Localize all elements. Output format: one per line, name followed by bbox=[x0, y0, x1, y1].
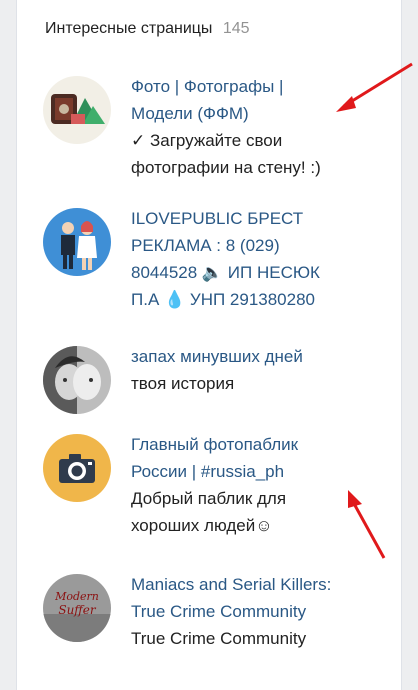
page-description: True Crime Community bbox=[131, 625, 399, 652]
widget-header[interactable]: Интересные страницы 145 bbox=[45, 20, 250, 38]
page-description: твоя история bbox=[131, 370, 399, 397]
annotation-arrow-bottom-icon bbox=[348, 490, 386, 559]
widget-title: Интересные страницы bbox=[45, 20, 213, 37]
page-title[interactable]: запах минувших дней bbox=[131, 343, 399, 370]
annotation-arrow-top-icon bbox=[336, 62, 413, 112]
title-line[interactable]: ILOVEPUBLIC БРЕСТ bbox=[131, 205, 399, 232]
widget-count: 145 bbox=[222, 20, 250, 37]
desc-line: True Crime Community bbox=[131, 629, 307, 648]
desc-line: твоя история bbox=[131, 374, 235, 393]
title-line[interactable]: России | #russia_ph bbox=[131, 458, 399, 485]
title-line[interactable]: Maniacs and Serial Killers: bbox=[131, 571, 399, 598]
faces-avatar-icon[interactable] bbox=[43, 346, 111, 414]
page-title[interactable]: Главный фотопаблик России | #russia_ph bbox=[131, 431, 399, 485]
maniacs-avatar-top-text: Modern bbox=[54, 590, 99, 603]
photo-models-avatar-icon[interactable] bbox=[43, 76, 111, 144]
maniacs-avatar-icon[interactable]: Modern Suffer bbox=[43, 574, 111, 642]
page-title[interactable]: ILOVEPUBLIC БРЕСТ РЕКЛАМА : 8 (029) 8044… bbox=[131, 205, 399, 313]
title-line[interactable]: П.А 💧 УНП 291380280 bbox=[131, 286, 399, 313]
desc-line: ✓ Загружайте свои bbox=[131, 131, 283, 150]
title-line[interactable]: запах минувших дней bbox=[131, 343, 399, 370]
title-line[interactable]: Главный фотопаблик bbox=[131, 431, 399, 458]
page-title[interactable]: Maniacs and Serial Killers: True Crime C… bbox=[131, 571, 399, 625]
couple-avatar-icon[interactable] bbox=[43, 208, 111, 276]
camera-avatar-icon[interactable] bbox=[43, 434, 111, 502]
title-line[interactable]: True Crime Community bbox=[131, 598, 399, 625]
desc-line: фотографии на стену! :) bbox=[131, 158, 321, 177]
page-description: ✓ Загружайте свои фотографии на стену! :… bbox=[131, 127, 399, 181]
title-line[interactable]: РЕКЛАМА : 8 (029) bbox=[131, 232, 399, 259]
maniacs-avatar-bottom-text: Suffer bbox=[58, 603, 97, 617]
title-line[interactable]: 8044528 🔈 ИП НЕСЮК bbox=[131, 259, 399, 286]
